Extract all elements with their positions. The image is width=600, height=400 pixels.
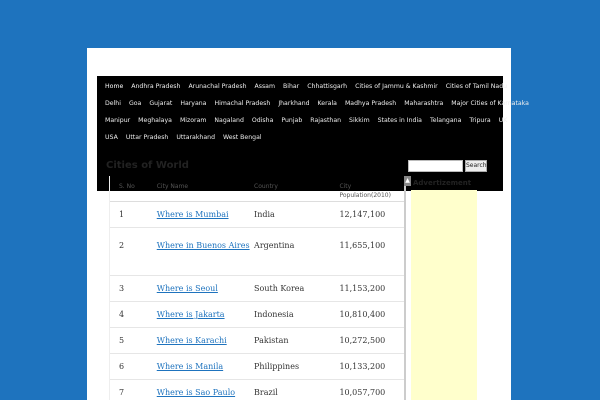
nav-item[interactable]: Mizoram (176, 112, 210, 129)
city-link[interactable]: Where in Buenos Aires (157, 241, 250, 250)
scroll-up-arrow-icon[interactable]: ▲ (404, 176, 411, 186)
nav-item[interactable]: Punjab (277, 112, 306, 129)
nav-item[interactable]: West Bengal (219, 129, 266, 146)
nav-item-home[interactable]: Home (101, 78, 127, 95)
cell-population: 10,057,700 (339, 388, 386, 397)
nav-row-4: USA Uttar Pradesh Uttarakhand West Benga… (101, 129, 499, 146)
header-city: City Name (156, 183, 189, 190)
cell-population: 12,147,100 (339, 210, 386, 219)
table-header: S. No City Name Country City Population(… (110, 176, 404, 202)
page-title: Cities of World (106, 160, 189, 171)
cell-population: 11,153,200 (339, 284, 386, 293)
cell-city: Where is Mumbai (157, 210, 254, 227)
nav-item[interactable]: Haryana (176, 95, 210, 112)
cell-country: Philippines (254, 362, 300, 371)
cell-city: Where in Buenos Aires (157, 236, 254, 275)
nav-item[interactable]: Arunachal Pradesh (184, 78, 250, 95)
cell-no: 5 (119, 336, 125, 345)
header-country: Country (254, 183, 278, 190)
cell-country: South Korea (254, 284, 305, 293)
nav-item[interactable]: Jharkhand (274, 95, 313, 112)
nav-item[interactable]: Meghalaya (134, 112, 176, 129)
nav-item[interactable]: Sikkim (345, 112, 374, 129)
nav-item[interactable]: UK (495, 112, 512, 129)
search-input[interactable] (408, 160, 463, 172)
nav-item[interactable]: Madhya Pradesh (341, 95, 400, 112)
nav-item[interactable]: Uttar Pradesh (122, 129, 173, 146)
cell-country: Pakistan (254, 336, 289, 345)
table-row: 5 Where is Karachi Pakistan 10,272,500 (110, 328, 404, 354)
nav-item[interactable]: Nagaland (210, 112, 248, 129)
cell-population: 10,810,400 (339, 310, 386, 319)
cell-country: Brazil (254, 388, 278, 397)
nav-item[interactable]: Gujarat (145, 95, 176, 112)
city-link[interactable]: Where is Jakarta (157, 310, 225, 319)
cell-population: 11,655,100 (339, 241, 386, 250)
city-link[interactable]: Where is Karachi (157, 336, 227, 345)
header-population: City Population(2010) (339, 183, 391, 199)
cell-city: Where is Manila (157, 362, 254, 379)
table-row: 6 Where is Manila Philippines 10,133,200 (110, 354, 404, 380)
search-button[interactable]: Search (465, 160, 487, 172)
nav-item[interactable]: Cities of Jammu & Kashmir (351, 78, 442, 95)
nav-item[interactable]: Bihar (279, 78, 303, 95)
cell-no: 3 (119, 284, 125, 293)
city-link[interactable]: Where is Seoul (157, 284, 218, 293)
cities-table: S. No City Name Country City Population(… (109, 176, 405, 400)
cell-country: Indonesia (254, 310, 294, 319)
cell-city: Where is Sao Paulo (157, 388, 254, 400)
cell-no: 6 (119, 362, 125, 371)
nav-item[interactable]: States in India (374, 112, 426, 129)
cell-country: Argentina (254, 241, 295, 250)
nav-item[interactable]: Goa (125, 95, 145, 112)
cell-no: 1 (119, 210, 125, 219)
nav-item[interactable]: USA (101, 129, 122, 146)
cell-country: India (254, 210, 275, 219)
advertisement-label: Advertizement (413, 179, 472, 187)
nav-item[interactable]: Manipur (101, 112, 134, 129)
nav-item[interactable]: Odisha (248, 112, 277, 129)
nav-item[interactable]: Maharashtra (400, 95, 447, 112)
cell-no: 7 (119, 388, 125, 397)
header-sno: S. No (119, 183, 135, 190)
nav-item[interactable]: Andhra Pradesh (127, 78, 184, 95)
nav-item[interactable]: Chhattisgarh (303, 78, 351, 95)
nav-row-1: Home Andhra Pradesh Arunachal Pradesh As… (101, 78, 507, 95)
nav-row-3: Manipur Meghalaya Mizoram Nagaland Odish… (101, 112, 507, 129)
nav-item[interactable]: Telangana (426, 112, 465, 129)
cell-population: 10,133,200 (339, 362, 386, 371)
table-row: 4 Where is Jakarta Indonesia 10,810,400 (110, 302, 404, 328)
table-row: 3 Where is Seoul South Korea 11,153,200 (110, 276, 404, 302)
nav-item[interactable]: Uttarakhand (172, 129, 219, 146)
cell-city: Where is Jakarta (157, 310, 254, 327)
cell-no: 2 (119, 241, 125, 250)
main-nav: Home Andhra Pradesh Arunachal Pradesh As… (97, 76, 529, 191)
nav-item[interactable]: Cities of Tamil Nadu (442, 78, 511, 95)
page-container: Home Andhra Pradesh Arunachal Pradesh As… (87, 48, 529, 400)
advertisement-box[interactable] (411, 190, 477, 400)
cell-city: Where is Karachi (157, 336, 254, 353)
nav-item[interactable]: Kerala (314, 95, 341, 112)
city-link[interactable]: Where is Manila (157, 362, 223, 371)
nav-row-2: Delhi Goa Gujarat Haryana Himachal Prade… (101, 95, 529, 112)
nav-item[interactable]: Delhi (101, 95, 125, 112)
table-row: 1 Where is Mumbai India 12,147,100 (110, 202, 404, 228)
table-scrollbar[interactable] (404, 176, 406, 400)
nav-item[interactable]: Tripura (465, 112, 494, 129)
nav-item[interactable]: Himachal Pradesh (210, 95, 274, 112)
city-link[interactable]: Where is Sao Paulo (157, 388, 235, 397)
cell-city: Where is Seoul (157, 284, 254, 301)
table-row: 7 Where is Sao Paulo Brazil 10,057,700 (110, 380, 404, 400)
nav-item[interactable]: Major Cities of Karnataka (447, 95, 533, 112)
nav-item[interactable]: Assam (251, 78, 280, 95)
city-link[interactable]: Where is Mumbai (157, 210, 229, 219)
cell-no: 4 (119, 310, 125, 319)
table-row: 2 Where in Buenos Aires Argentina 11,655… (110, 228, 404, 276)
cell-population: 10,272,500 (339, 336, 386, 345)
nav-item[interactable]: Rajasthan (306, 112, 345, 129)
